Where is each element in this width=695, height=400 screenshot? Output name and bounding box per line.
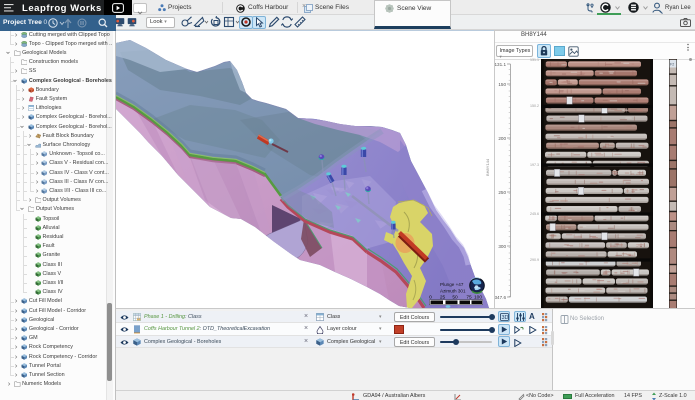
svg-text:75: 75 — [466, 294, 472, 300]
svg-text:347.6: 347.6 — [495, 295, 506, 300]
svg-text:200: 200 — [498, 136, 506, 141]
svg-text:BH8Y144: BH8Y144 — [485, 158, 490, 176]
svg-text:100: 100 — [474, 294, 482, 300]
svg-text:250: 250 — [498, 190, 506, 195]
svg-text:0: 0 — [429, 294, 432, 300]
svg-text:300: 300 — [498, 244, 506, 249]
svg-text:50: 50 — [452, 294, 458, 300]
svg-text:F2: F2 — [670, 63, 674, 67]
svg-text:Azimuth 301: Azimuth 301 — [440, 289, 466, 294]
svg-text:Plunge +47: Plunge +47 — [440, 282, 464, 287]
svg-text:131.1: 131.1 — [495, 62, 506, 67]
svg-text:25: 25 — [440, 294, 446, 300]
svg-text:150: 150 — [498, 82, 506, 87]
svg-text:3D: 3D — [502, 315, 509, 321]
